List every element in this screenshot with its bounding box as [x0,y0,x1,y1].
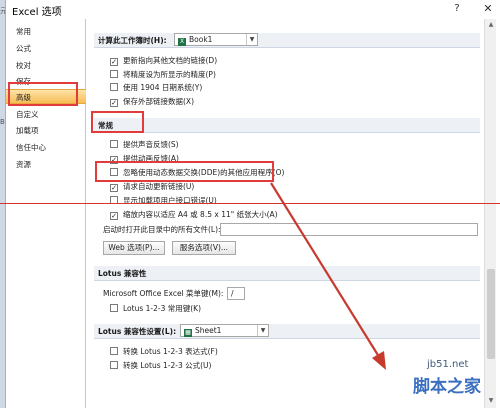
web-options-button[interactable]: Web 选项(P)... [103,241,165,255]
workbook-icon: X [178,38,186,46]
checkbox[interactable] [110,70,118,78]
chevron-down-icon: ▼ [257,325,268,336]
checkbox[interactable]: ✓ [110,99,118,107]
workbook-select[interactable]: X Book1 ▼ [174,33,258,46]
options-sidebar: 常用 公式 校对 保存 高级 自定义 加载项 信任中心 资源 [6,19,86,408]
highlight-advanced [8,82,78,106]
section-title: Lotus 兼容性 [98,269,147,278]
section-title: 计算此工作簿时(H): [98,36,167,45]
sidebar-item-general[interactable]: 常用 [6,24,86,39]
highlight-general [91,111,144,133]
watermark: jb51.net 脚本之家 [413,356,500,408]
excel-options-dialog: Excel 选项 ? ✕ 常用 公式 校对 保存 高级 自定义 加载项 信任中心… [5,0,500,408]
section-header-general: 常规 [94,118,480,133]
option-transition-formula-evaluation[interactable]: 转换 Lotus 1-2-3 表达式(F) [110,346,218,358]
section-title: Lotus 兼容性设置(L): [98,327,177,336]
vertical-scrollbar[interactable]: ▲ ▼ [484,19,496,408]
option-transition-formula-entry[interactable]: 转换 Lotus 1-2-3 公式(U) [110,360,211,372]
option-precision-as-displayed[interactable]: 将精度设为所显示的精度(P) [110,69,216,81]
option-ask-update-links[interactable]: ✓ 请求自动更新链接(U) [110,181,194,193]
chevron-down-icon: ▼ [246,34,257,45]
checkbox[interactable] [110,347,118,355]
option-sound-feedback[interactable]: 提供声音反馈(S) [110,139,179,151]
checkbox[interactable] [110,83,118,91]
sheet-icon: ▦ [184,329,192,337]
help-button[interactable]: ? [450,2,464,16]
checkbox[interactable]: ✓ [110,184,118,192]
startup-folder-label: 启动时打开此目录中的所有文件(L): [103,225,221,234]
checkbox[interactable] [110,304,118,312]
sidebar-item-resources[interactable]: 资源 [6,157,86,172]
scroll-up-icon[interactable]: ▲ [487,21,495,29]
close-button[interactable]: ✕ [481,2,495,16]
option-save-external-link-values[interactable]: ✓ 保存外部链接数据(X) [110,96,194,108]
options-content: 计算此工作簿时(H): X Book1 ▼ ✓ 更新指向其他文档的链接(D) 将精度… [88,19,483,408]
section-header-calculation: 计算此工作簿时(H): [94,33,480,48]
checkbox[interactable] [110,361,118,369]
option-show-addin-errors[interactable]: 显示加载项用户接口错误(U) [110,195,217,207]
watermark-title: 脚本之家 [413,377,481,397]
menu-key-label: Microsoft Office Excel 菜单键(M): [103,289,224,298]
section-header-lotus-settings: Lotus 兼容性设置(L): [94,324,480,339]
annotation-line [0,203,500,204]
title-bar[interactable]: Excel 选项 ? ✕ [6,0,500,19]
scroll-thumb[interactable] [487,269,495,359]
option-scale-a4-letter[interactable]: ✓ 缩放内容以适应 A4 或 8.5 x 11" 纸张大小(A) [110,209,278,221]
dialog-title: Excel 选项 [12,7,62,18]
sheet-select[interactable]: ▦ Sheet1 ▼ [180,324,269,337]
sidebar-item-trust-center[interactable]: 信任中心 [6,140,86,155]
option-lotus-navigation-keys[interactable]: Lotus 1-2-3 常用键(K) [110,303,201,315]
checkbox[interactable]: ✓ [110,212,118,220]
checkbox[interactable]: ✓ [110,58,118,66]
sidebar-item-add-ins[interactable]: 加载项 [6,123,86,138]
sidebar-item-proofing[interactable]: 校对 [6,58,86,73]
checkbox[interactable] [110,140,118,148]
highlight-dde-option [95,161,274,182]
startup-folder-input[interactable] [220,223,478,236]
sidebar-item-customize[interactable]: 自定义 [6,107,86,122]
sheet-select-value: Sheet1 [195,326,222,335]
option-1904-date-system[interactable]: 使用 1904 日期系统(Y) [110,82,202,94]
option-update-links[interactable]: ✓ 更新指向其他文档的链接(D) [110,55,217,67]
sidebar-item-formulas[interactable]: 公式 [6,41,86,56]
workbook-select-value: Book1 [189,35,213,44]
menu-key-input[interactable]: / [227,287,245,300]
watermark-url: jb51.net [427,359,469,370]
section-header-lotus: Lotus 兼容性 [94,266,480,281]
service-options-button[interactable]: 服务选项(V)... [172,241,236,255]
